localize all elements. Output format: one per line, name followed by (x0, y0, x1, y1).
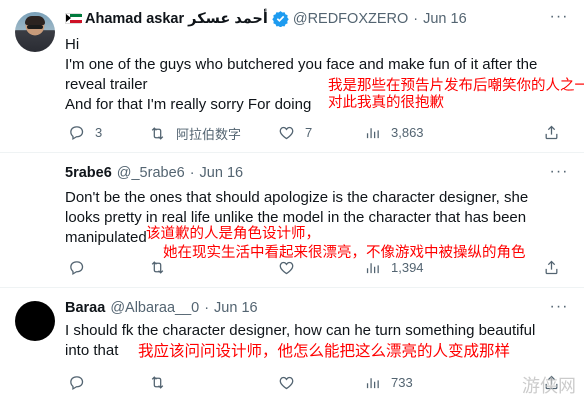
share-button[interactable] (543, 259, 560, 276)
tweet-date[interactable]: Jun 16 (423, 11, 467, 27)
watermark: 游侠网 (522, 376, 576, 397)
share-icon (545, 125, 558, 140)
reply-count: 3 (95, 125, 103, 140)
tweet-1[interactable]: Ahamad askar أحمد عسكر @REDFOXZERO · Jun… (0, 0, 584, 152)
views-button[interactable]: 1,394 (364, 259, 424, 276)
author-handle[interactable]: @Albaraa__0 (110, 300, 199, 316)
retweet-icon (151, 261, 164, 274)
separator: · (189, 165, 195, 181)
tweet-actions: 3 阿拉伯数字 7 3,863 (68, 124, 568, 144)
verified-badge-icon (272, 10, 289, 27)
author-name[interactable]: Baraa (65, 300, 105, 316)
tweet-date[interactable]: Jun 16 (214, 300, 258, 316)
translation-annotation: 我应该问问设计师，他怎么能把这么漂亮的人变成那样 (138, 342, 511, 360)
retweet-button[interactable]: 阿拉伯数字 (149, 124, 241, 143)
view-count: 733 (391, 375, 413, 390)
retweet-icon (151, 376, 164, 389)
tweet-3[interactable]: Baraa @Albaraa__0 · Jun 16 ··· I should … (0, 288, 584, 404)
like-icon (279, 261, 294, 275)
like-button[interactable] (278, 259, 305, 276)
reply-icon (70, 376, 84, 391)
like-count: 7 (305, 125, 313, 140)
tweet-date[interactable]: Jun 16 (200, 165, 244, 181)
like-icon (279, 126, 294, 140)
tweet-2[interactable]: 5rabe6 @_5rabe6 · Jun 16 ··· Don't be th… (0, 153, 584, 287)
author-name[interactable]: Ahamad askar أحمد عسكر (85, 11, 268, 27)
retweet-icon (151, 127, 164, 140)
tweet-actions: 1,394 (68, 259, 568, 279)
avatar[interactable] (15, 301, 55, 341)
translation-annotation: 该道歉的人是角色设计师， 她在现实生活中看起来很漂亮，不像游戏中被操纵的角色 (146, 226, 526, 261)
separator: · (413, 10, 419, 27)
view-count: 3,863 (391, 125, 424, 140)
kuwait-flag-icon (65, 13, 82, 24)
reply-button[interactable] (68, 374, 95, 391)
tweet-header: Baraa @Albaraa__0 · Jun 16 (65, 300, 258, 316)
more-icon[interactable]: ··· (548, 9, 570, 26)
views-icon (366, 378, 379, 389)
views-button[interactable]: 733 (364, 374, 413, 391)
reply-icon (70, 261, 84, 276)
share-icon (545, 260, 558, 275)
translation-annotation: 我是那些在预告片发布后嘲笑你的人之一， 对此我真的很抱歉 (328, 78, 584, 111)
retweet-button[interactable] (149, 259, 176, 276)
avatar[interactable] (15, 12, 55, 52)
like-button[interactable]: 7 (278, 124, 312, 141)
tweet-header: 5rabe6 @_5rabe6 · Jun 16 (65, 165, 243, 181)
like-button[interactable] (278, 374, 305, 391)
reply-button[interactable] (68, 259, 95, 276)
tweet-header: Ahamad askar أحمد عسكر @REDFOXZERO · Jun… (65, 10, 467, 27)
more-icon[interactable]: ··· (548, 299, 570, 316)
more-icon[interactable]: ··· (548, 164, 570, 181)
separator: · (204, 300, 210, 316)
view-count: 1,394 (391, 260, 424, 275)
views-icon (366, 128, 379, 139)
views-button[interactable]: 3,863 (364, 124, 424, 141)
like-icon (279, 376, 294, 390)
author-handle[interactable]: @_5rabe6 (117, 165, 185, 181)
retweet-count: 阿拉伯数字 (176, 127, 242, 142)
author-name[interactable]: 5rabe6 (65, 165, 112, 181)
tweet-actions: 733 (68, 374, 568, 394)
reply-icon (70, 126, 84, 141)
reply-button[interactable]: 3 (68, 124, 102, 141)
retweet-button[interactable] (149, 374, 176, 391)
views-icon (366, 263, 379, 274)
share-button[interactable] (543, 124, 560, 141)
author-handle[interactable]: @REDFOXZERO (293, 11, 408, 27)
